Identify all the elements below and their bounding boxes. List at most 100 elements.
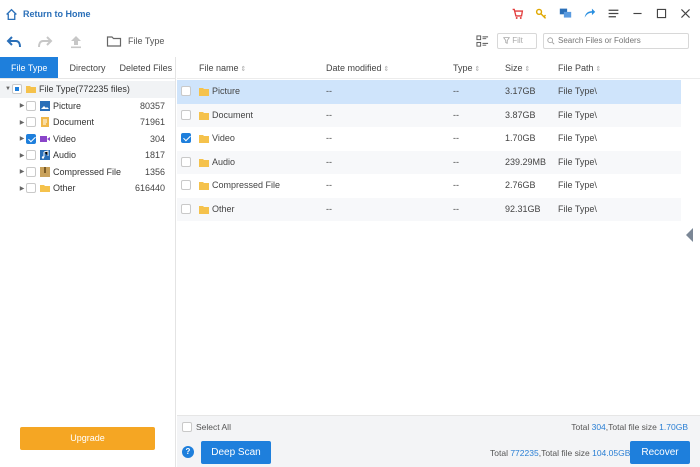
share-icon[interactable] (582, 6, 596, 20)
expand-arrow-icon[interactable]: ▶ (18, 102, 26, 109)
up-folder-icon[interactable] (68, 34, 84, 50)
document-icon (41, 117, 49, 128)
folder-icon (199, 205, 209, 214)
table-row[interactable]: Video -- -- 1.70GB File Type\ (177, 127, 681, 151)
chat-icon[interactable] (558, 6, 572, 20)
archive-icon (40, 166, 50, 177)
tree-item-other[interactable]: ▶ Other 616440 (0, 180, 175, 197)
total-count: 772235 (510, 448, 539, 458)
tab-deleted-files[interactable]: Deleted Files (117, 57, 175, 78)
table-row[interactable]: Audio -- -- 239.29MB File Type\ (177, 150, 681, 174)
recover-button[interactable]: Recover (630, 441, 690, 464)
filter-icon (503, 37, 510, 44)
expand-arrow-icon[interactable]: ▶ (18, 168, 26, 175)
row-size: 3.17GB (505, 86, 536, 96)
row-checkbox[interactable] (181, 156, 191, 167)
tree-item-picture[interactable]: ▶ Picture 80357 (0, 98, 175, 115)
menu-icon[interactable] (606, 6, 620, 20)
tree-item-checkbox[interactable] (26, 150, 36, 161)
column-date-modified[interactable]: Date modified ⇕ (326, 63, 389, 73)
close-icon[interactable] (678, 6, 692, 20)
action-bar: ? Deep Scan Total 772235,Total file size… (177, 437, 700, 467)
total-size: 104.05GB (592, 448, 631, 458)
tree-item-label: Audio (53, 150, 77, 161)
table-row[interactable]: Compressed File -- -- 2.76GB File Type\ (177, 174, 681, 198)
file-type-tree: ▼ File Type(772235 files) ▶ Picture 8035… (0, 79, 175, 197)
folder-icon (26, 86, 36, 94)
tab-directory[interactable]: Directory (58, 57, 116, 78)
row-size: 1.70GB (505, 133, 536, 143)
row-name: Compressed File (212, 180, 281, 190)
column-size[interactable]: Size ⇕ (505, 63, 530, 73)
row-type: -- (453, 109, 459, 120)
table-row[interactable]: Picture -- -- 3.17GB File Type\ (177, 80, 681, 104)
table-row[interactable]: Document -- -- 3.87GB File Type\ (177, 103, 681, 127)
tree-item-checkbox[interactable] (26, 133, 36, 144)
tree-item-audio[interactable]: ▶ Audio 1817 (0, 147, 175, 164)
view-mode-icon[interactable] (476, 35, 489, 48)
row-name: Audio (212, 156, 236, 167)
row-date: -- (326, 109, 332, 120)
row-name: Video (212, 133, 235, 143)
select-all-label: Select All (196, 422, 231, 432)
tab-file-type[interactable]: File Type (0, 57, 59, 78)
row-checkbox[interactable] (181, 180, 191, 190)
tree-item-checkbox[interactable] (26, 183, 36, 194)
row-date: -- (326, 203, 332, 214)
upgrade-button[interactable]: Upgrade (20, 427, 155, 450)
tree-item-label: Video (53, 133, 76, 144)
folder-icon (199, 182, 209, 190)
column-file-name[interactable]: File name ⇕ (199, 63, 246, 73)
folder-icon (199, 111, 209, 120)
tree-root[interactable]: ▼ File Type(772235 files) (0, 81, 175, 98)
search-box[interactable] (543, 33, 689, 49)
search-icon (547, 37, 555, 45)
back-icon[interactable] (6, 34, 22, 50)
expand-arrow-icon[interactable]: ▼ (4, 86, 12, 92)
return-home-label: Return to Home (23, 9, 91, 19)
row-size: 239.29MB (505, 156, 547, 167)
column-file-path[interactable]: File Path ⇕ (558, 63, 601, 73)
tree-item-document[interactable]: ▶ Document 71961 (0, 114, 175, 131)
row-checkbox[interactable] (181, 86, 191, 96)
select-all-checkbox[interactable] (182, 422, 192, 432)
row-checkbox[interactable] (181, 109, 191, 120)
selected-summary: Total 304,Total file size 1.70GB (571, 422, 688, 432)
expand-arrow-icon[interactable]: ▶ (18, 119, 26, 126)
help-icon[interactable]: ? (182, 446, 194, 458)
selection-bar: Select All Total 304,Total file size 1.7… (177, 415, 700, 437)
column-label: File Path (558, 63, 594, 73)
minimize-icon[interactable] (630, 6, 644, 20)
search-input[interactable] (558, 36, 683, 45)
selected-size: 1.70GB (659, 422, 688, 432)
key-icon[interactable] (534, 6, 548, 20)
column-label: Size (505, 63, 523, 73)
folder-icon (199, 158, 209, 167)
expand-arrow-icon[interactable]: ▶ (18, 185, 26, 192)
cart-icon[interactable] (510, 6, 524, 20)
tree-item-video[interactable]: ▶ Video 304 (0, 131, 175, 148)
column-type[interactable]: Type ⇕ (453, 63, 480, 73)
table-row[interactable]: Other -- -- 92.31GB File Type\ (177, 197, 681, 221)
selected-size-prefix: ,Total file size (605, 422, 660, 432)
expand-arrow-icon[interactable]: ▶ (18, 152, 26, 159)
tree-root-checkbox[interactable] (12, 84, 22, 95)
sort-icon: ⇕ (595, 66, 602, 73)
forward-icon[interactable] (37, 34, 53, 50)
selected-count: 304 (591, 422, 606, 432)
deep-scan-button[interactable]: Deep Scan (201, 441, 271, 464)
tree-item-checkbox[interactable] (26, 166, 36, 177)
tree-item-checkbox[interactable] (26, 117, 36, 128)
tree-item-compressed-file[interactable]: ▶ Compressed File 1356 (0, 164, 175, 181)
expand-arrow-icon[interactable]: ▶ (18, 135, 26, 142)
maximize-icon[interactable] (654, 6, 668, 20)
row-checkbox[interactable] (181, 203, 191, 214)
collapse-panel-arrow-icon[interactable] (686, 228, 693, 242)
filter-button[interactable]: Filt (497, 33, 537, 49)
folder-icon (40, 185, 50, 193)
tree-item-checkbox[interactable] (26, 100, 36, 111)
row-checkbox[interactable] (181, 133, 191, 143)
return-home-button[interactable]: Return to Home (5, 5, 91, 23)
column-label: Type (453, 63, 473, 73)
selected-total-prefix: Total (571, 422, 592, 432)
